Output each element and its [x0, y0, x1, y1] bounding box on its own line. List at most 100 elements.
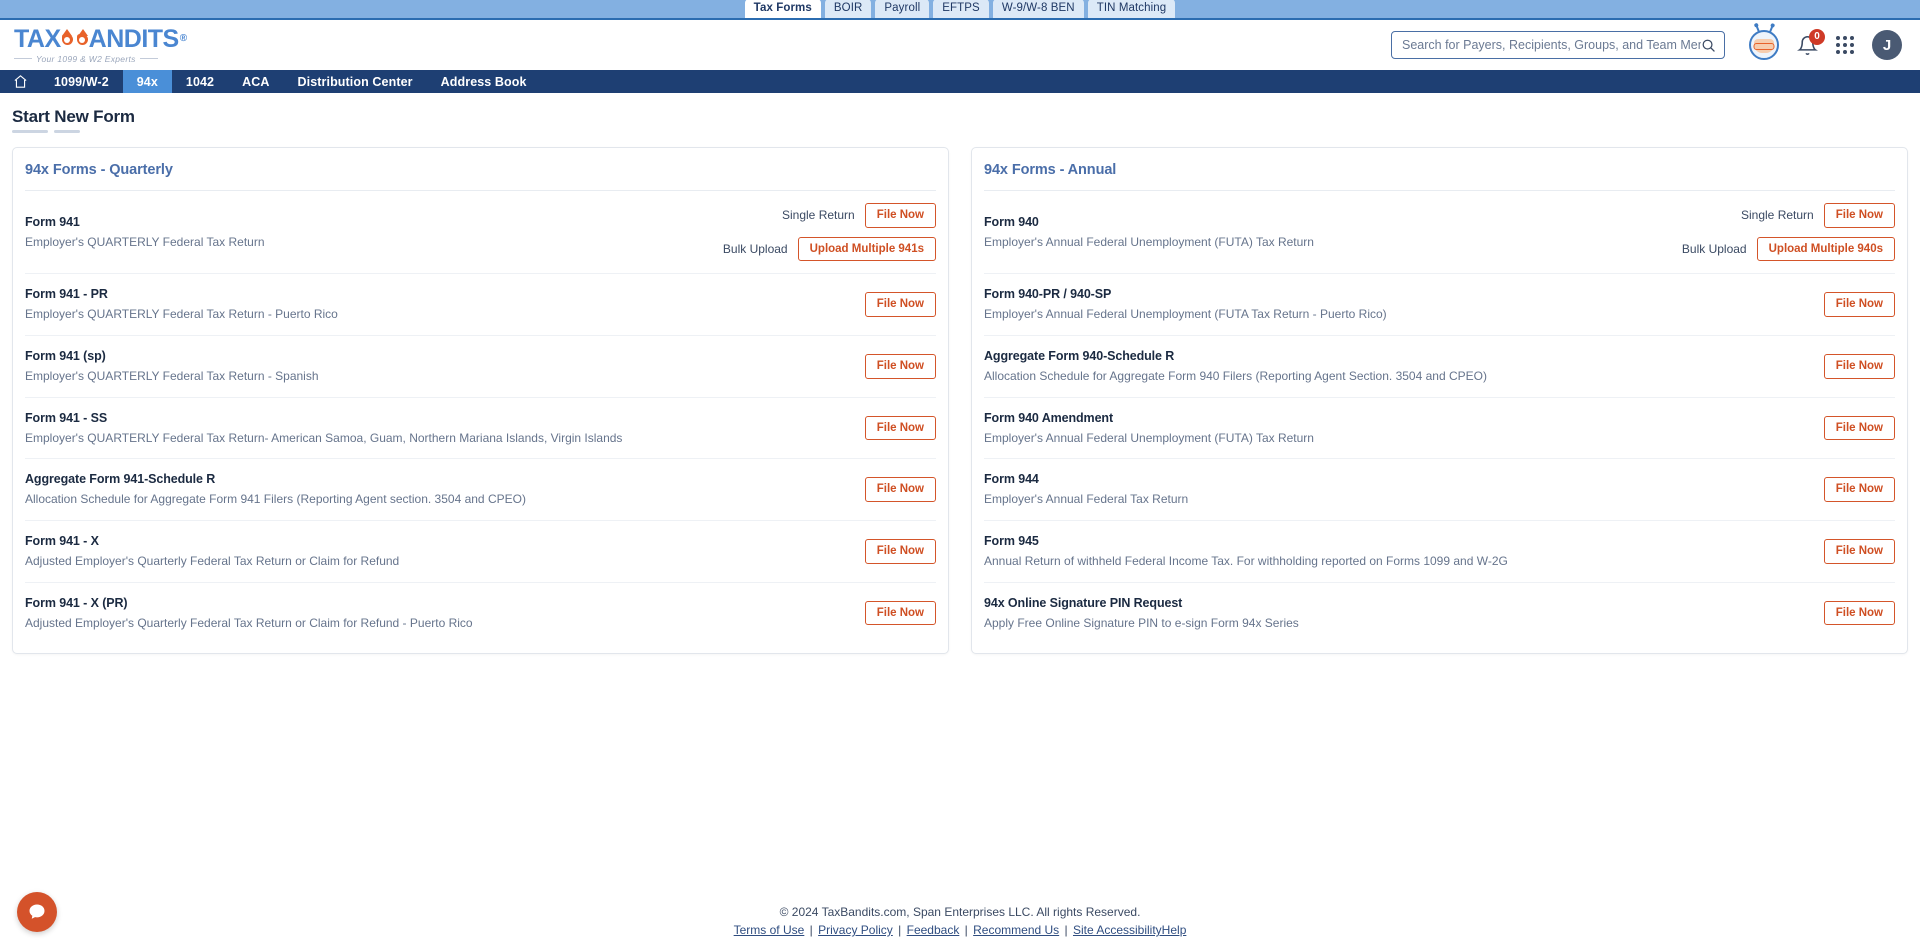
- form-description: Adjusted Employer's Quarterly Federal Ta…: [25, 553, 400, 568]
- nav-item-distribution-center[interactable]: Distribution Center: [284, 70, 427, 93]
- forms-card-container: 94x Forms - Quarterly Form 941 Employer's…: [12, 147, 1908, 655]
- form-description: Allocation Schedule for Aggregate Form 9…: [984, 368, 1487, 383]
- form-actions: File Now: [1823, 477, 1895, 502]
- single-return-action: File Now: [864, 538, 936, 564]
- footer-separator: |: [898, 923, 902, 937]
- single-return-label: Single Return: [1741, 208, 1814, 223]
- file-now-button[interactable]: File Now: [1823, 353, 1895, 379]
- logo-tagline-text: Your 1099 & W2 Experts: [36, 53, 136, 64]
- form-name: Form 941 - SS: [25, 410, 108, 425]
- notifications-button[interactable]: 0: [1797, 28, 1825, 57]
- form-row: Aggregate Form 940-Schedule R Allocation …: [984, 336, 1895, 398]
- file-now-button[interactable]: File Now: [1823, 415, 1895, 441]
- form-description: Apply Free Online Signature PIN to e-sig…: [984, 615, 1299, 630]
- file-now-button[interactable]: File Now: [1823, 292, 1895, 317]
- form-row: 94x Online Signature PIN Request Apply Fr…: [984, 583, 1895, 644]
- file-now-button[interactable]: File Now: [864, 600, 936, 626]
- file-now-button[interactable]: File Now: [1823, 203, 1895, 228]
- form-row: Form 941 - X (PR) Adjusted Employer's Qua…: [25, 583, 936, 644]
- file-now-button[interactable]: File Now: [864, 353, 936, 379]
- quarterly-forms-card: 94x Forms - Quarterly Form 941 Employer's…: [12, 147, 949, 655]
- annual-card-heading: 94x Forms - Annual: [984, 148, 1895, 191]
- logo-tagline: Your 1099 & W2 Experts: [14, 54, 187, 64]
- form-description: Employer's Annual Federal Tax Return: [984, 492, 1189, 507]
- home-button[interactable]: [0, 70, 40, 93]
- form-info: Form 941 Employer's QUARTERLY Federal Tax…: [25, 214, 723, 251]
- product-tab-payroll[interactable]: Payroll: [875, 0, 930, 18]
- header-icon-group: 0 J: [1749, 25, 1902, 60]
- single-return-action: File Now: [864, 353, 936, 379]
- logo-wordmark: TAX ANDITS ®: [14, 24, 187, 53]
- file-now-button[interactable]: File Now: [1823, 477, 1895, 502]
- form-actions: File Now: [1823, 538, 1895, 564]
- file-now-button[interactable]: File Now: [864, 415, 936, 441]
- footer-separator: |: [1064, 923, 1068, 937]
- form-actions: File Now: [864, 292, 936, 317]
- file-now-button[interactable]: File Now: [1823, 600, 1895, 626]
- file-now-button[interactable]: File Now: [864, 292, 936, 317]
- search-icon[interactable]: [1701, 38, 1716, 53]
- form-row: Form 941 (sp) Employer's QUARTERLY Federa…: [25, 336, 936, 398]
- nav-item-1099-w-2[interactable]: 1099/W-2: [40, 70, 123, 93]
- file-now-button[interactable]: File Now: [864, 538, 936, 564]
- global-search[interactable]: [1391, 31, 1725, 59]
- nav-item-address-book[interactable]: Address Book: [427, 70, 541, 93]
- form-name: Aggregate Form 940-Schedule R: [984, 348, 1175, 363]
- form-actions: File Now: [1823, 415, 1895, 441]
- form-name: 94x Online Signature PIN Request: [984, 595, 1183, 610]
- user-avatar[interactable]: J: [1872, 30, 1902, 60]
- form-info: Form 941 - X Adjusted Employer's Quarterl…: [25, 533, 865, 570]
- form-name: Form 941 - X (PR): [25, 595, 128, 610]
- form-row: Form 940 Employer's Annual Federal Unempl…: [984, 191, 1895, 275]
- form-actions: Single Return File Now Bulk Upload Upload M…: [722, 203, 936, 262]
- bulk-upload-action: Bulk Upload Upload Multiple 940s: [1681, 236, 1895, 262]
- main-navigation: 1099/W-2 94x 1042 ACA Distribution Center Add…: [0, 70, 1920, 93]
- grid-apps-icon[interactable]: [1836, 36, 1854, 54]
- notification-count-badge: 0: [1809, 28, 1825, 45]
- product-tab-boir[interactable]: BOIR: [824, 0, 872, 18]
- form-info: Form 941 - SS Employer's QUARTERLY Federa…: [25, 410, 865, 447]
- bulk-upload-label: Bulk Upload: [1681, 241, 1747, 256]
- form-name: Form 940 Amendment: [984, 410, 1114, 425]
- product-tab-tax-forms[interactable]: Tax Forms: [744, 0, 821, 18]
- footer-link-recommend-us[interactable]: Recommend Us: [973, 923, 1059, 937]
- bulk-upload-label: Bulk Upload: [722, 241, 788, 256]
- footer-link-privacy-policy[interactable]: Privacy Policy: [818, 923, 893, 937]
- nav-item-94x[interactable]: 94x: [122, 70, 172, 93]
- nav-item-1042[interactable]: 1042: [172, 70, 228, 93]
- product-tab-eftps[interactable]: EFTPS: [933, 0, 989, 18]
- form-row: Form 941 Employer's QUARTERLY Federal Tax…: [25, 191, 936, 275]
- upload-multiple-button[interactable]: Upload Multiple 940s: [1756, 236, 1895, 262]
- form-row: Form 940-PR / 940-SP Employer's Annual Fe…: [984, 274, 1895, 336]
- upload-multiple-button[interactable]: Upload Multiple 941s: [797, 236, 936, 262]
- file-now-button[interactable]: File Now: [1823, 538, 1895, 564]
- footer-link-site-accessibilityhelp[interactable]: Site AccessibilityHelp: [1073, 923, 1186, 937]
- form-name: Form 941: [25, 214, 80, 229]
- single-return-action: File Now: [1823, 538, 1895, 564]
- form-name: Aggregate Form 941-Schedule R: [25, 472, 216, 487]
- search-input[interactable]: [1402, 38, 1701, 52]
- form-info: Form 941 - X (PR) Adjusted Employer's Qua…: [25, 595, 865, 632]
- single-return-action: File Now: [1823, 353, 1895, 379]
- bot-assistant-icon[interactable]: [1749, 25, 1779, 60]
- footer-link-terms-of-use[interactable]: Terms of Use: [734, 923, 805, 937]
- product-tab-tin-matching[interactable]: TIN Matching: [1087, 0, 1176, 18]
- chat-icon[interactable]: [27, 902, 47, 922]
- file-now-button[interactable]: File Now: [864, 477, 936, 502]
- logo-text-andits: ANDITS: [88, 24, 180, 53]
- file-now-button[interactable]: File Now: [864, 203, 936, 228]
- quarterly-card-heading: 94x Forms - Quarterly: [25, 148, 936, 191]
- home-icon[interactable]: [13, 74, 28, 89]
- single-return-action: File Now: [864, 415, 936, 441]
- footer-link-feedback[interactable]: Feedback: [907, 923, 960, 937]
- page-body: Start New Form 94x Forms - Quarterly For…: [0, 93, 1920, 655]
- nav-item-aca[interactable]: ACA: [228, 70, 283, 93]
- taxbandits-logo[interactable]: TAX ANDITS ® Your 1099 & W2 Experts: [14, 24, 187, 64]
- single-return-action: File Now: [1823, 477, 1895, 502]
- form-name: Form 941 - X: [25, 533, 99, 548]
- copyright-text: © 2024 TaxBandits.com, Span Enterprises …: [779, 905, 1141, 919]
- product-tab-w-9-w-8-ben[interactable]: W-9/W-8 BEN: [992, 0, 1084, 18]
- bulk-upload-action: Bulk Upload Upload Multiple 941s: [722, 236, 936, 262]
- form-description: Employer's QUARTERLY Federal Tax Return-…: [25, 430, 623, 445]
- chat-bubble-icon[interactable]: [17, 892, 57, 932]
